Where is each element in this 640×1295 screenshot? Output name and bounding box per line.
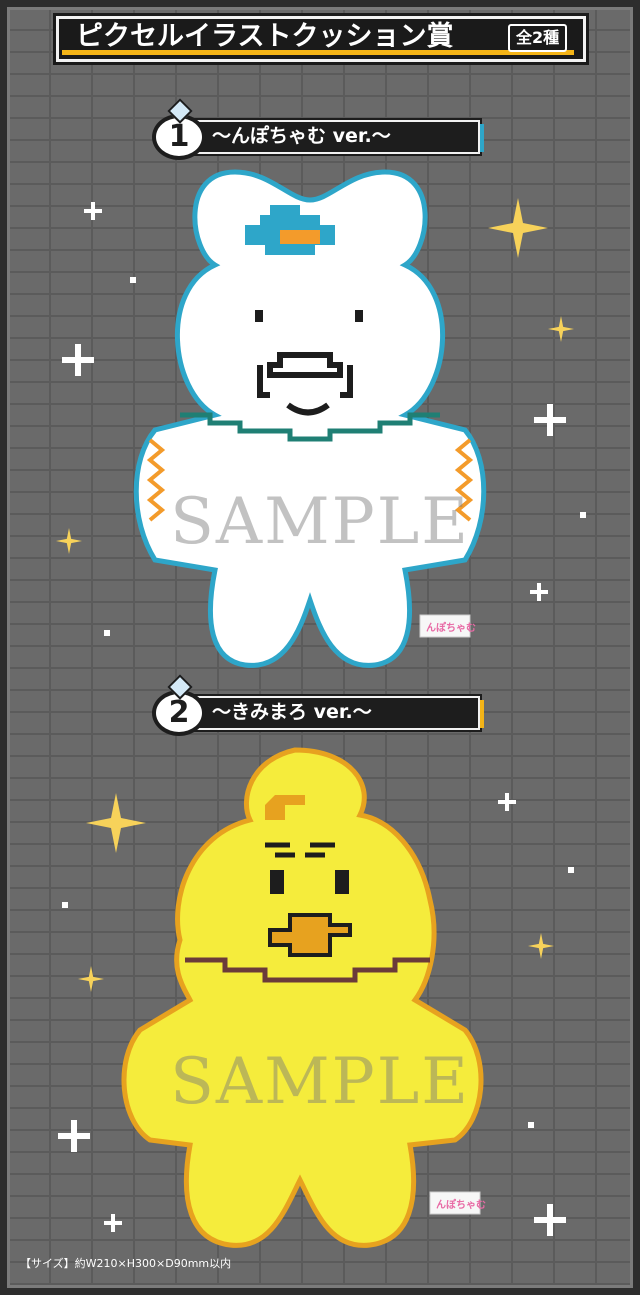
item-1-tag-accent [480, 124, 484, 152]
sparkle-icon [534, 1204, 566, 1236]
sparkle-icon [534, 404, 566, 436]
sparkle-icon [56, 528, 82, 554]
item-1-tag: 〜んぽちゃむ ver.〜 1 [152, 98, 484, 160]
item-2-tag: 〜きみまろ ver.〜 2 [152, 674, 484, 736]
item-1-cushion-image: んぽちゃむ [133, 169, 487, 668]
sparkle-icon [62, 344, 94, 376]
sparkle-icon [58, 1120, 90, 1152]
count-badge: 全2種 [508, 24, 568, 52]
header-banner: ピクセルイラストクッション賞 全2種 [48, 10, 588, 62]
sparkle-icon [548, 316, 574, 342]
sparkle-icon [104, 1214, 122, 1232]
sparkle-icon [86, 793, 146, 853]
sample-watermark: SAMPLE [170, 1045, 470, 1119]
sparkle-icon [84, 202, 102, 220]
item-1-label: 〜んぽちゃむ ver.〜 [212, 125, 391, 147]
sparkle-icon [498, 793, 516, 811]
sparkle-icon [78, 966, 104, 992]
svg-text:んぽちゃむ: んぽちゃむ [436, 1198, 486, 1211]
sample-watermark: SAMPLE [170, 485, 470, 559]
sparkle-dot [580, 512, 586, 518]
sparkle-icon [528, 933, 554, 959]
item-2-label: 〜きみまろ ver.〜 [212, 701, 372, 723]
sparkle-dot [528, 1122, 534, 1128]
item-2-tag-accent [480, 700, 484, 728]
sparkle-icon [530, 583, 548, 601]
sparkle-dot [104, 630, 110, 636]
size-note: 【サイズ】約W210×H300×D90mm以内 [20, 1257, 232, 1270]
item-2-cushion-image: んぽちゃむ [121, 747, 486, 1248]
sparkle-dot [130, 277, 136, 283]
sparkle-dot [62, 902, 68, 908]
sparkle-icon [488, 198, 548, 258]
svg-text:んぽちゃむ: んぽちゃむ [426, 621, 476, 634]
page-title: ピクセルイラストクッション賞 [76, 21, 454, 52]
sparkle-dot [568, 867, 574, 873]
